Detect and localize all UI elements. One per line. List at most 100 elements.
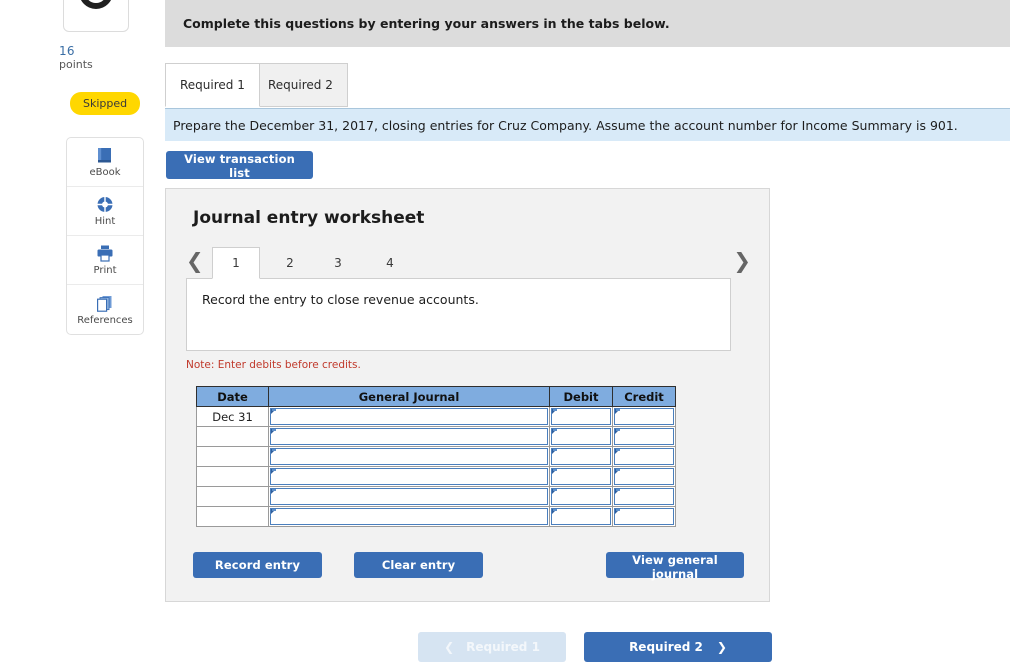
cell-credit[interactable] <box>612 426 676 447</box>
credit-input[interactable] <box>614 428 674 445</box>
table-row <box>196 426 676 447</box>
progress-ring-icon <box>79 0 113 9</box>
credit-input[interactable] <box>614 488 674 505</box>
journal-entry-worksheet-panel: Journal entry worksheet ❮ 1 2 3 4 ❯ Reco… <box>165 188 770 602</box>
cell-credit[interactable] <box>612 406 676 427</box>
view-transaction-list-button[interactable]: View transaction list <box>166 151 313 180</box>
debit-input[interactable] <box>551 488 611 505</box>
worksheet-step-3[interactable]: 3 <box>314 247 362 279</box>
general-journal-input[interactable] <box>270 428 548 445</box>
worksheet-step-label: 3 <box>334 256 342 270</box>
sidebar-item-label: Print <box>93 265 117 276</box>
sidebar-item-print[interactable]: Print <box>67 236 143 285</box>
chevron-left-icon[interactable]: ❮ <box>186 248 204 274</box>
tab-label: Required 1 <box>180 78 245 92</box>
column-header-debit: Debit <box>549 386 613 407</box>
general-journal-input[interactable] <box>270 408 548 425</box>
worksheet-step-2[interactable]: 2 <box>266 247 314 279</box>
credit-input[interactable] <box>614 508 674 525</box>
table-row: Dec 31 <box>196 406 676 427</box>
cell-debit[interactable] <box>549 446 613 467</box>
cell-credit[interactable] <box>612 506 676 527</box>
credit-input[interactable] <box>614 408 674 425</box>
tab-label: Required 2 <box>268 78 333 92</box>
instruction-text: Complete this questions by entering your… <box>183 16 670 31</box>
debit-input[interactable] <box>551 408 611 425</box>
question-prompt-text: Prepare the December 31, 2017, closing e… <box>173 117 958 133</box>
cell-debit[interactable] <box>549 486 613 507</box>
lifebuoy-icon <box>97 197 113 212</box>
general-journal-input[interactable] <box>270 488 548 505</box>
next-required-label: Required 2 <box>629 640 703 654</box>
tool-stack: eBook Hint Print References <box>66 137 144 335</box>
cell-general-journal[interactable] <box>268 406 550 427</box>
cell-date[interactable] <box>196 506 269 527</box>
chevron-left-icon: ❮ <box>444 640 455 654</box>
copy-pages-icon <box>96 295 112 312</box>
tab-required-2[interactable]: Required 2 <box>253 63 348 107</box>
sidebar-item-label: References <box>77 314 133 326</box>
points-value: 16 <box>59 44 75 58</box>
entry-instruction-text: Record the entry to close revenue accoun… <box>202 292 479 307</box>
worksheet-step-4[interactable]: 4 <box>366 247 414 279</box>
view-general-journal-button[interactable]: View general journal <box>606 552 744 581</box>
sidebar-item-label: Hint <box>94 216 116 227</box>
tab-required-1[interactable]: Required 1 <box>165 63 260 107</box>
previous-required-label: Required 1 <box>466 640 540 654</box>
cell-credit[interactable] <box>612 486 676 507</box>
next-required-button[interactable]: Required 2 ❯ <box>584 632 772 662</box>
book-icon <box>98 148 111 163</box>
column-header-general-journal: General Journal <box>268 386 550 407</box>
clear-entry-button[interactable]: Clear entry <box>354 552 483 578</box>
previous-required-button[interactable]: ❮ Required 1 <box>418 632 566 662</box>
general-journal-input[interactable] <box>270 448 548 465</box>
cell-general-journal[interactable] <box>268 426 550 447</box>
cell-date[interactable]: Dec 31 <box>196 406 269 427</box>
cell-debit[interactable] <box>549 426 613 447</box>
page-root: 16 points Skipped eBook Hint Print Refer… <box>0 0 1024 670</box>
debits-before-credits-note: Note: Enter debits before credits. <box>186 359 361 371</box>
general-journal-input[interactable] <box>270 468 548 485</box>
points-label: points <box>59 58 93 71</box>
worksheet-step-tabs: ❮ 1 2 3 4 ❯ <box>186 247 751 279</box>
cell-credit[interactable] <box>612 466 676 487</box>
debit-input[interactable] <box>551 508 611 525</box>
journal-entry-table: Date General Journal Debit Credit Dec 31 <box>196 386 676 527</box>
sidebar-item-ebook[interactable]: eBook <box>67 138 143 187</box>
credit-input[interactable] <box>614 448 674 465</box>
sidebar-item-references[interactable]: References <box>67 285 143 334</box>
cell-date[interactable] <box>196 426 269 447</box>
cell-general-journal[interactable] <box>268 486 550 507</box>
printer-icon <box>97 245 113 262</box>
debit-input[interactable] <box>551 428 611 445</box>
worksheet-step-label: 4 <box>386 256 394 270</box>
cell-debit[interactable] <box>549 466 613 487</box>
credit-input[interactable] <box>614 468 674 485</box>
page-title: Journal entry worksheet <box>193 208 425 228</box>
cell-debit[interactable] <box>549 406 613 427</box>
record-entry-button[interactable]: Record entry <box>193 552 322 578</box>
worksheet-step-label: 1 <box>232 256 240 270</box>
table-row <box>196 446 676 467</box>
cell-date[interactable] <box>196 486 269 507</box>
cell-credit[interactable] <box>612 446 676 467</box>
table-row <box>196 466 676 487</box>
table-header-row: Date General Journal Debit Credit <box>196 386 676 407</box>
worksheet-step-1[interactable]: 1 <box>212 247 260 279</box>
cell-debit[interactable] <box>549 506 613 527</box>
sidebar-item-label: eBook <box>89 167 121 178</box>
status-badge: Skipped <box>70 92 141 115</box>
cell-general-journal[interactable] <box>268 466 550 487</box>
cell-general-journal[interactable] <box>268 446 550 467</box>
general-journal-input[interactable] <box>270 508 548 525</box>
chevron-right-icon[interactable]: ❯ <box>733 248 751 274</box>
question-prompt: Prepare the December 31, 2017, closing e… <box>165 108 1010 141</box>
sidebar-item-hint[interactable]: Hint <box>67 187 143 236</box>
debit-input[interactable] <box>551 468 611 485</box>
table-row <box>196 486 676 507</box>
debit-input[interactable] <box>551 448 611 465</box>
cell-date[interactable] <box>196 466 269 487</box>
cell-general-journal[interactable] <box>268 506 550 527</box>
cell-date[interactable] <box>196 446 269 467</box>
entry-instruction-box: Record the entry to close revenue accoun… <box>186 278 731 351</box>
